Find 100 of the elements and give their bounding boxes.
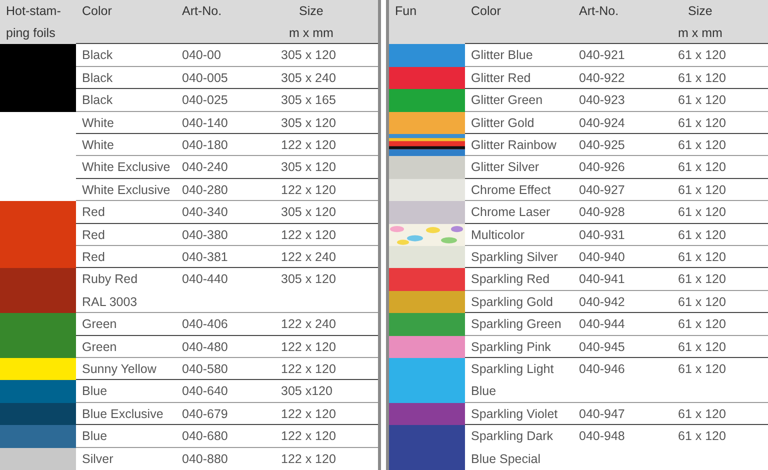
color-name: Sparkling Violet: [465, 402, 573, 426]
article-number: 040-680: [176, 424, 275, 448]
size-value: 122 x 120: [275, 356, 378, 380]
size-value: 61 x 120: [672, 155, 768, 179]
color-name: Sparkling Silver: [465, 244, 573, 268]
article-number: 040-926: [573, 155, 672, 179]
size-value: 61 x 120: [672, 244, 768, 268]
color-name: Green: [76, 334, 176, 358]
column-header: Size m x mm: [288, 3, 334, 42]
size-value: 305 x 120: [275, 110, 378, 134]
size-value: 305 x 120: [275, 43, 378, 67]
article-number: 040-942: [573, 290, 672, 314]
size-value: 305 x 120: [275, 267, 378, 314]
column-header: Hot-stam- ping foils: [5, 3, 61, 42]
article-number: 040-180: [176, 132, 275, 156]
article-number: 040-679: [176, 402, 275, 426]
color-name: Ruby Red RAL 3003: [76, 267, 176, 314]
color-name: Red: [76, 244, 176, 268]
article-number: 040-944: [573, 312, 672, 336]
color-name: Chrome Effect: [465, 178, 573, 202]
size-value: 122 x 240: [275, 312, 378, 336]
size-value: 122 x 120: [275, 132, 378, 156]
color-name: Sparkling Dark Blue Special: [465, 424, 573, 470]
color-name: White Exclusive: [76, 178, 176, 202]
color-name: White: [76, 132, 176, 156]
color-name: Blue: [76, 424, 176, 448]
color-name: White: [76, 110, 176, 134]
color-name: Sparkling Light Blue: [465, 356, 573, 403]
color-name: Sparkling Green: [465, 312, 573, 336]
article-number: 040-947: [573, 402, 672, 426]
article-number: 040-931: [573, 222, 672, 246]
size-value: 305 x120: [275, 379, 378, 403]
size-value: 61 x 120: [672, 66, 768, 90]
column-header: Color: [470, 3, 501, 20]
article-number: 040-00: [176, 43, 275, 67]
color-name: Green: [76, 312, 176, 336]
size-value: 61 x 120: [672, 178, 768, 202]
color-name: Blue: [76, 379, 176, 403]
color-name: Sparkling Gold: [465, 290, 573, 314]
color-name: Blue Exclusive: [76, 402, 176, 426]
article-number: 040-380: [176, 222, 275, 246]
size-value: 122 x 120: [275, 222, 378, 246]
size-value: 61 x 120: [672, 88, 768, 112]
size-value: 122 x 120: [275, 446, 378, 470]
color-name: Black: [76, 66, 176, 90]
size-value: 305 x 240: [275, 66, 378, 90]
color-name: Sparkling Pink: [465, 334, 573, 358]
article-number: 040-941: [573, 267, 672, 291]
size-value: 61 x 120: [672, 312, 768, 336]
color-name: Silver: [76, 446, 176, 470]
color-name: Glitter Gold: [465, 110, 573, 134]
article-number: 040-480: [176, 334, 275, 358]
article-number: 040-240: [176, 155, 275, 179]
size-value: 61 x 120: [672, 222, 768, 246]
size-value: 122 x 120: [275, 334, 378, 358]
size-value: 122 x 120: [275, 178, 378, 202]
article-number: 040-140: [176, 110, 275, 134]
color-name: Glitter Blue: [465, 43, 573, 67]
size-value: 61 x 120: [672, 356, 768, 403]
color-name: White Exclusive: [76, 155, 176, 179]
size-value: 122 x 120: [275, 424, 378, 448]
color-name: Glitter Silver: [465, 155, 573, 179]
size-value: 61 x 120: [672, 200, 768, 224]
color-name: Chrome Laser: [465, 200, 573, 224]
article-number: 040-280: [176, 178, 275, 202]
size-value: 61 x 120: [672, 424, 768, 470]
article-number: 040-925: [573, 132, 672, 156]
article-number: 040-340: [176, 200, 275, 224]
color-name: Red: [76, 222, 176, 246]
color-name: Sparkling Red: [465, 267, 573, 291]
size-value: 305 x 120: [275, 200, 378, 224]
column-header: Fun: [394, 3, 417, 20]
column-header: Art-No.: [181, 3, 222, 20]
article-number: 040-921: [573, 43, 672, 67]
article-number: 040-640: [176, 379, 275, 403]
color-name: Black: [76, 43, 176, 67]
article-number: 040-945: [573, 334, 672, 358]
color-name: Multicolor: [465, 222, 573, 246]
article-number: 040-440: [176, 267, 275, 314]
article-number: 040-948: [573, 424, 672, 470]
size-value: 61 x 120: [672, 402, 768, 426]
size-value: 61 x 120: [672, 132, 768, 156]
size-value: 305 x 120: [275, 155, 378, 179]
size-value: 61 x 120: [672, 110, 768, 134]
size-value: 61 x 120: [672, 290, 768, 314]
article-number: 040-005: [176, 66, 275, 90]
article-number: 040-381: [176, 244, 275, 268]
size-value: 61 x 120: [672, 334, 768, 358]
article-number: 040-580: [176, 356, 275, 380]
column-header: Art-No.: [578, 3, 619, 20]
color-name: Black: [76, 88, 176, 112]
article-number: 040-880: [176, 446, 275, 470]
article-number: 040-946: [573, 356, 672, 403]
article-number: 040-923: [573, 88, 672, 112]
size-value: 122 x 120: [275, 402, 378, 426]
color-name: Sunny Yellow: [76, 356, 176, 380]
color-name: Glitter Green: [465, 88, 573, 112]
article-number: 040-922: [573, 66, 672, 90]
article-number: 040-928: [573, 200, 672, 224]
color-name: Red: [76, 200, 176, 224]
